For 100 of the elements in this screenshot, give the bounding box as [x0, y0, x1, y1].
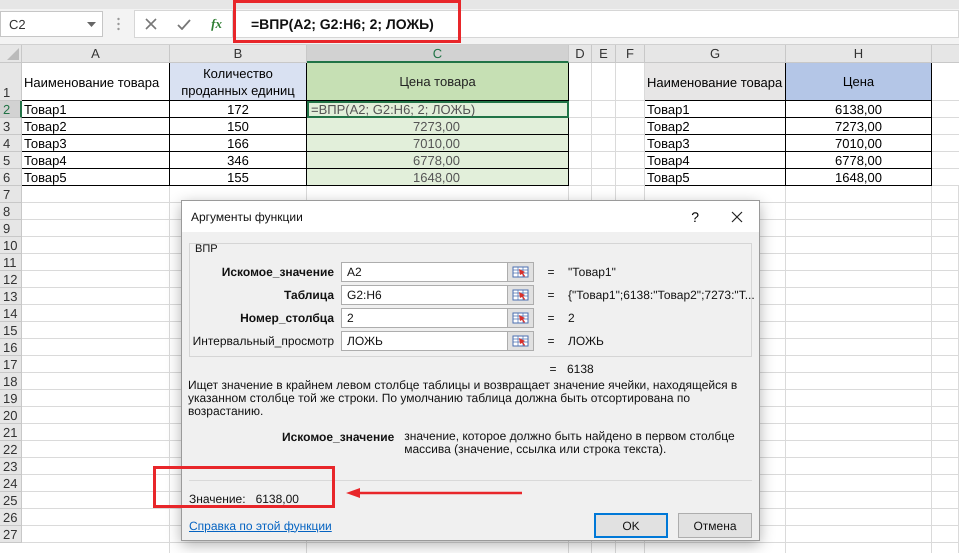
row-header[interactable]: 14 [0, 305, 22, 322]
empty-cell [616, 135, 645, 152]
cell-text: Товар3 [647, 136, 690, 150]
row-header[interactable]: 12 [0, 271, 22, 288]
row-header[interactable]: 27 [0, 526, 22, 543]
cell-text: Товар5 [647, 170, 690, 184]
cell-text: Товар1 [24, 102, 67, 116]
column-header[interactable]: F [616, 45, 645, 63]
range-select-icon[interactable] [507, 308, 534, 328]
cancel-icon[interactable] [145, 18, 158, 30]
range-select-icon[interactable] [507, 330, 534, 350]
column-header[interactable]: E [592, 45, 616, 63]
cell-text: Товар4 [647, 152, 690, 168]
formula-result: 6138 [567, 362, 594, 376]
row-header[interactable]: 2 [0, 101, 22, 118]
empty-cell [592, 118, 616, 135]
row-header[interactable]: 16 [0, 339, 22, 356]
cell-text: 1648,00 [413, 170, 460, 184]
row-header[interactable]: 18 [0, 373, 22, 390]
help-button[interactable]: ? [691, 208, 699, 224]
cell-text: Товар2 [647, 118, 690, 134]
column-header[interactable]: B [170, 45, 307, 63]
cell-text: 1648,00 [835, 170, 882, 184]
drag-handle-icon[interactable] [117, 17, 120, 31]
column-header[interactable]: G [645, 45, 786, 63]
empty-cell [616, 118, 645, 135]
name-box[interactable]: C2 [0, 11, 103, 37]
empty-cell [616, 152, 645, 169]
argument-label: Таблица [282, 288, 336, 302]
row-header[interactable]: 4 [0, 135, 22, 152]
row-header[interactable]: 3 [0, 118, 22, 135]
row-header[interactable]: 21 [0, 424, 22, 441]
dialog-button[interactable]: Отмена [678, 513, 752, 538]
cell-text: 172 [227, 102, 249, 116]
row-header[interactable]: 26 [0, 509, 22, 526]
row-header[interactable]: 24 [0, 475, 22, 492]
row-header[interactable]: 9 [0, 220, 22, 237]
range-select-icon[interactable] [507, 284, 534, 304]
argument-field[interactable]: G2:H6 [341, 284, 507, 304]
argument-result: ЛОЖЬ [568, 334, 604, 348]
row-header[interactable]: 13 [0, 288, 22, 305]
row-header[interactable]: 8 [0, 203, 22, 220]
cell-text: 6778,00 [413, 152, 460, 168]
row-header[interactable]: 10 [0, 237, 22, 254]
cell-text: 7010,00 [835, 136, 882, 150]
empty-cell [592, 101, 616, 118]
row-header[interactable]: 17 [0, 356, 22, 373]
argument-help-label: Искомое_значение [282, 430, 394, 446]
column-header[interactable]: H [786, 45, 932, 63]
row-header[interactable]: 1 [0, 63, 22, 101]
dialog-button[interactable]: OK [594, 513, 668, 538]
cell-text: Наименование товара [24, 75, 160, 90]
cell-text: 6778,00 [835, 152, 882, 168]
cell-text: Цена [842, 74, 874, 89]
row-header[interactable]: 23 [0, 458, 22, 475]
row-header[interactable]: 5 [0, 152, 22, 169]
close-icon[interactable] [731, 210, 743, 222]
cell-text: Наименование товара [647, 75, 782, 90]
insert-function-button[interactable]: fx [211, 16, 222, 32]
dialog-title: Аргументы функции [191, 210, 303, 224]
cell-text: 7273,00 [413, 118, 460, 134]
argument-label: Номер_столбца [239, 310, 336, 324]
row-header[interactable]: 19 [0, 390, 22, 407]
column-header[interactable]: D [569, 45, 592, 63]
row-header[interactable]: 20 [0, 407, 22, 424]
row-header[interactable]: 11 [0, 254, 22, 271]
cell-text: Товар4 [24, 152, 67, 168]
cell-text: 150 [227, 118, 249, 134]
result-value: 6138,00 [256, 492, 299, 508]
row-header[interactable]: 25 [0, 492, 22, 509]
cell-text: 155 [227, 170, 249, 184]
equals-sign: = [546, 264, 556, 278]
cell-text: Товар3 [24, 136, 67, 150]
argument-result: {"Товар1";6138:"Товар2";7273:"Т... [568, 288, 755, 302]
argument-result: "Товар1" [568, 264, 616, 278]
equals-sign: = [546, 310, 556, 324]
argument-field[interactable]: ЛОЖЬ [341, 330, 507, 350]
row-header[interactable]: 6 [0, 169, 22, 186]
argument-field[interactable]: A2 [341, 262, 507, 282]
formula-input[interactable]: =ВПР(A2; G2:H6; 2; ЛОЖЬ) [232, 10, 959, 38]
argument-field[interactable]: 2 [341, 308, 507, 328]
cell-text: 346 [227, 152, 249, 168]
row-header[interactable]: 22 [0, 441, 22, 458]
argument-help-text: значение, которое должно быть найдено в первом столбце массива (значение, ссылка или строка текста). [404, 430, 736, 456]
column-header[interactable]: C [307, 45, 569, 63]
row-header[interactable]: 15 [0, 322, 22, 339]
help-link[interactable]: Справка по этой функции [189, 518, 332, 532]
column-header[interactable]: A [22, 45, 170, 63]
check-icon[interactable] [177, 18, 192, 30]
function-name: ВПР [195, 243, 218, 255]
argument-label: Искомое_значение [220, 264, 335, 278]
caret-icon[interactable] [87, 22, 96, 26]
empty-cell [616, 101, 645, 118]
row-header[interactable]: 7 [0, 186, 22, 203]
cell-text: =ВПР(A2; G2:H6; 2; ЛОЖЬ) [311, 102, 476, 117]
cell-text: Товар1 [647, 102, 690, 116]
cell-text: Товар2 [24, 118, 67, 134]
range-select-icon[interactable] [507, 262, 534, 282]
cell-text: 7273,00 [835, 118, 882, 134]
cell-text: 7010,00 [413, 136, 460, 150]
